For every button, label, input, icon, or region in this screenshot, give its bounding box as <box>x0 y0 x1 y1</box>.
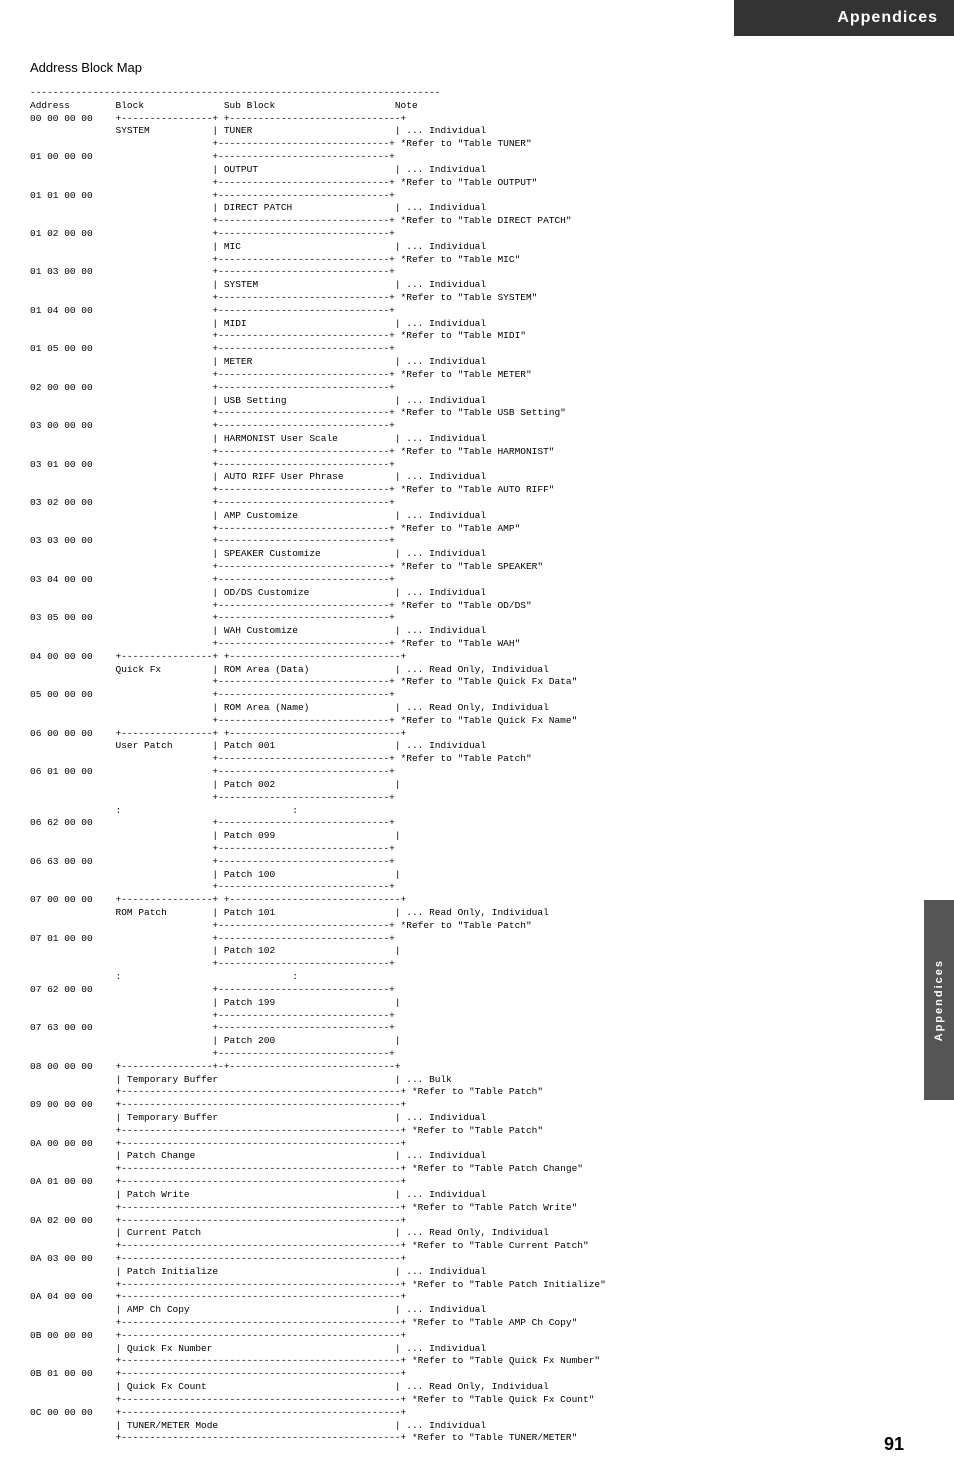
header-band: Appendices <box>734 0 954 36</box>
page-number: 91 <box>884 1434 904 1455</box>
header-title: Appendices <box>837 9 938 27</box>
sidebar-label-text: Appendices <box>933 959 945 1041</box>
main-content: Address Block Map ----------------------… <box>0 0 919 1475</box>
section-title: Address Block Map <box>30 60 889 75</box>
address-block-map-table: ----------------------------------------… <box>30 87 889 1445</box>
sidebar-appendices: Appendices <box>924 900 954 1100</box>
